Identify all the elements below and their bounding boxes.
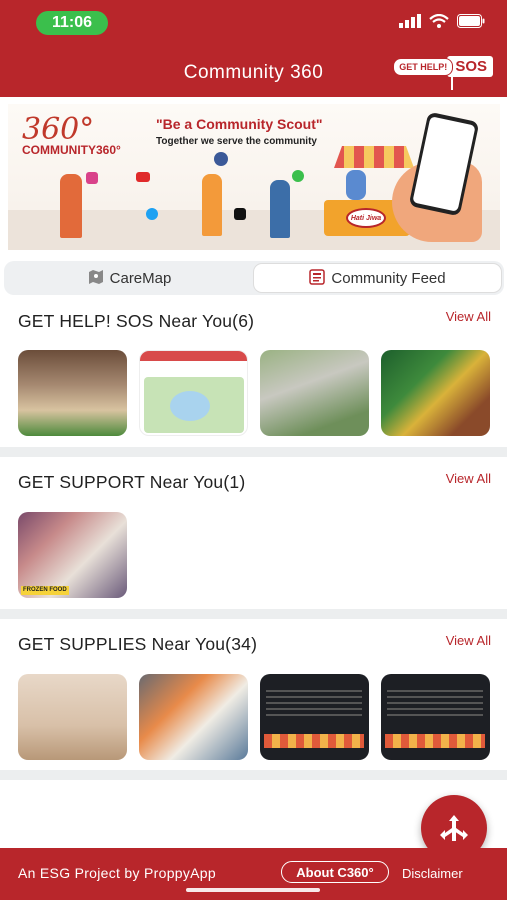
home-indicator — [186, 888, 320, 892]
person-illustration — [270, 180, 290, 238]
sos-button[interactable]: GET HELP! SOS — [393, 56, 493, 90]
about-c360-button[interactable]: About C360° — [281, 861, 389, 883]
status-time: 11:06 — [36, 11, 108, 35]
signal-icon — [399, 14, 421, 28]
supplies-thumbnail[interactable] — [18, 674, 127, 760]
person-illustration — [346, 170, 366, 200]
directions-icon — [440, 815, 468, 841]
youtube-icon — [136, 172, 150, 182]
promo-banner[interactable]: 360° COMMUNITY360° "Be a Community Scout… — [8, 104, 500, 250]
footer-project-text: An ESG Project by ProppyApp — [18, 865, 216, 881]
disclaimer-link[interactable]: Disclaimer — [402, 866, 463, 881]
twitter-icon — [146, 208, 158, 220]
supplies-thumbnail[interactable] — [260, 674, 369, 760]
support-thumbnail[interactable]: FROZEN FOOD — [18, 512, 127, 598]
frozen-food-tag: FROZEN FOOD — [21, 586, 69, 595]
wifi-icon — [429, 14, 449, 28]
stall-umbrella — [334, 146, 414, 168]
section-title-sos: GET HELP! SOS Near You(6) — [18, 311, 255, 331]
sos-thumbnail[interactable] — [18, 350, 127, 436]
sos-thumbnail[interactable] — [381, 350, 490, 436]
section-title-supplies: GET SUPPLIES Near You(34) — [18, 634, 258, 654]
app-header: 11:06 Community 360 GET HELP! SOS — [0, 0, 507, 97]
stall-label: Hati Jiwa — [346, 208, 386, 228]
battery-icon — [457, 14, 485, 28]
banner-slogan: "Be a Community Scout" — [156, 116, 323, 132]
facebook-icon — [214, 152, 228, 166]
sos-thumbnail[interactable] — [260, 350, 369, 436]
section-divider — [0, 770, 507, 780]
community360-logo: 360° COMMUNITY360° — [22, 112, 121, 157]
person-illustration — [202, 174, 222, 236]
status-icons — [399, 14, 485, 28]
support-thumbnails: FROZEN FOOD — [18, 512, 127, 598]
tiktok-icon — [234, 208, 246, 220]
sos-thumbnail[interactable] — [139, 350, 248, 436]
view-all-supplies-link[interactable]: View All — [446, 633, 491, 648]
person-illustration — [60, 174, 82, 238]
tab-community-feed[interactable]: Community Feed — [253, 263, 502, 293]
app-footer: An ESG Project by ProppyApp About C360° … — [0, 848, 507, 900]
view-tabs: CareMap Community Feed — [4, 261, 504, 295]
section-title-support: GET SUPPORT Near You(1) — [18, 472, 246, 492]
map-icon — [88, 269, 104, 287]
banner-slogan-sub: Together we serve the community — [156, 136, 317, 147]
supplies-thumbnail[interactable] — [139, 674, 248, 760]
instagram-icon — [86, 172, 98, 184]
whatsapp-icon — [292, 170, 304, 182]
sos-flag-icon: SOS — [447, 56, 493, 77]
section-divider — [0, 609, 507, 619]
tab-caremap[interactable]: CareMap — [6, 263, 253, 293]
sos-thumbnails — [18, 350, 490, 436]
gethelp-label: GET HELP! — [393, 57, 454, 76]
feed-icon — [309, 268, 326, 288]
supplies-thumbnails — [18, 674, 490, 760]
flag-pole — [451, 76, 454, 90]
section-divider — [0, 447, 507, 457]
tab-caremap-label: CareMap — [109, 269, 172, 287]
view-all-support-link[interactable]: View All — [446, 471, 491, 486]
view-all-sos-link[interactable]: View All — [446, 309, 491, 324]
supplies-thumbnail[interactable] — [381, 674, 490, 760]
tab-community-feed-label: Community Feed — [331, 269, 446, 287]
